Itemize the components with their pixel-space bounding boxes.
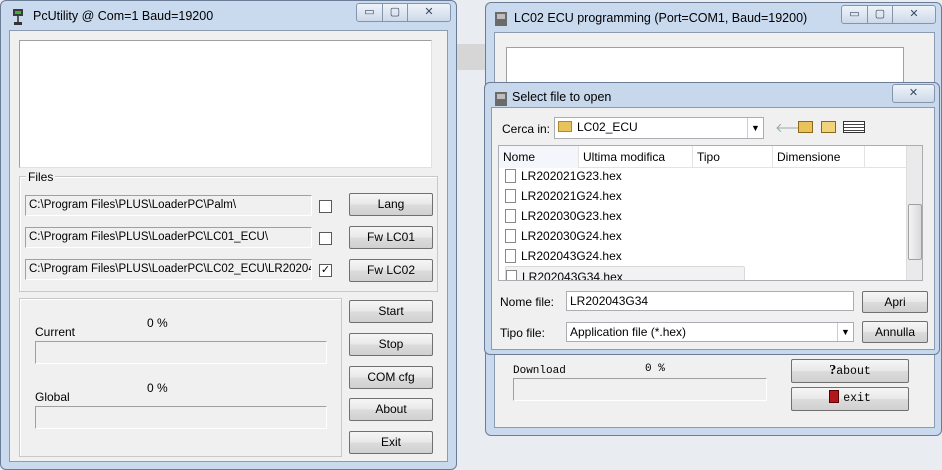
download-progress-bar: [513, 378, 767, 401]
scrollbar[interactable]: [906, 146, 922, 280]
window-title: LC02 ECU programming (Port=COM1, Baud=19…: [514, 11, 808, 25]
global-percent: 0 %: [147, 381, 168, 395]
files-group-label: Files: [26, 170, 56, 184]
file-list[interactable]: Nome Ultima modifica Tipo Dimensione LR2…: [498, 145, 923, 281]
minimize-button[interactable]: ▭: [841, 5, 868, 24]
folder-icon: [558, 121, 572, 132]
dialog-client: Cerca in: LC02_ECU ▼ 🡐 Nome Ultima modif…: [491, 107, 935, 350]
download-label: Download: [513, 365, 566, 377]
stop-button[interactable]: Stop: [349, 333, 433, 356]
column-size[interactable]: Dimensione: [773, 146, 865, 168]
select-file-dialog: Select file to open ✕ Cerca in: LC02_ECU…: [484, 82, 940, 355]
file-icon: [505, 209, 516, 223]
cancel-button[interactable]: Annulla: [862, 321, 928, 343]
up-folder-icon[interactable]: [798, 121, 813, 133]
file-item[interactable]: LR202030G24.hex: [505, 226, 622, 246]
file-type-label: Tipo file:: [500, 326, 545, 340]
about-button[interactable]: About: [349, 398, 433, 421]
scroll-thumb[interactable]: [908, 204, 922, 260]
current-percent: 0 %: [147, 316, 168, 330]
new-folder-icon[interactable]: [821, 121, 836, 133]
file-icon: [505, 169, 516, 183]
fw-lc01-button[interactable]: Fw LC01: [349, 226, 433, 249]
file-item[interactable]: LR202030G23.hex: [505, 206, 622, 226]
file-name-input[interactable]: LR202043G34: [566, 291, 854, 311]
window-title: PcUtility @ Com=1 Baud=19200: [33, 9, 214, 23]
lc02-path-field: C:\Program Files\PLUS\LoaderPC\LC02_ECU\…: [25, 259, 312, 280]
download-percent: 0 %: [645, 363, 665, 375]
look-in-select[interactable]: LC02_ECU ▼: [554, 117, 764, 139]
pcutility-window: PcUtility @ Com=1 Baud=19200 ▭ ▢ ✕ Files…: [0, 0, 457, 470]
close-button[interactable]: ✕: [407, 3, 451, 22]
chevron-down-icon[interactable]: ▼: [747, 118, 763, 138]
lc02-about-button[interactable]: ?about: [791, 359, 909, 383]
dialog-title: Select file to open: [512, 90, 612, 104]
current-progress-bar: [35, 341, 327, 364]
fw-lc02-button[interactable]: Fw LC02: [349, 259, 433, 282]
file-icon: [506, 270, 517, 280]
current-label: Current: [35, 325, 76, 339]
open-button[interactable]: Apri: [862, 291, 928, 313]
palm-checkbox[interactable]: [319, 200, 332, 213]
lc02-exit-button[interactable]: exit: [791, 387, 909, 411]
column-header-row: Nome Ultima modifica Tipo Dimensione: [499, 146, 922, 168]
progress-group: [19, 298, 342, 457]
global-label: Global: [35, 390, 70, 404]
dialog-close-button[interactable]: ✕: [892, 84, 935, 103]
lc02-titlebar[interactable]: LC02 ECU programming (Port=COM1, Baud=19…: [486, 3, 941, 33]
file-type-select[interactable]: Application file (*.hex) ▼: [566, 322, 854, 342]
pcutility-titlebar[interactable]: PcUtility @ Com=1 Baud=19200 ▭ ▢ ✕: [1, 1, 456, 31]
file-item-selected[interactable]: LR202043G34.hex: [505, 266, 745, 280]
view-menu-icon[interactable]: [843, 121, 865, 133]
app-icon: [494, 11, 508, 27]
look-in-label: Cerca in:: [502, 122, 551, 136]
start-button[interactable]: Start: [349, 300, 433, 323]
log-area[interactable]: [19, 40, 432, 168]
file-item[interactable]: LR202021G23.hex: [505, 166, 622, 186]
app-icon: [11, 9, 25, 25]
minimize-button[interactable]: ▭: [356, 3, 383, 22]
file-item[interactable]: LR202021G24.hex: [505, 186, 622, 206]
chevron-down-icon[interactable]: ▼: [837, 323, 853, 341]
lc02-checkbox[interactable]: ✓: [319, 264, 332, 277]
lc01-path-field: C:\Program Files\PLUS\LoaderPC\LC01_ECU\: [25, 227, 312, 248]
file-icon: [505, 189, 516, 203]
palm-path-field: C:\Program Files\PLUS\LoaderPC\Palm\: [25, 195, 312, 216]
column-name[interactable]: Nome: [499, 146, 579, 168]
com-cfg-button[interactable]: COM cfg: [349, 366, 433, 389]
global-progress-bar: [35, 406, 327, 429]
exit-door-icon: [829, 390, 840, 403]
file-name-label: Nome file:: [500, 295, 555, 309]
file-icon: [505, 249, 516, 263]
dialog-icon: [494, 91, 508, 107]
lc01-checkbox[interactable]: [319, 232, 332, 245]
column-modified[interactable]: Ultima modifica: [579, 146, 693, 168]
maximize-button[interactable]: ▢: [867, 5, 893, 24]
exit-button[interactable]: Exit: [349, 431, 433, 454]
lang-button[interactable]: Lang: [349, 193, 433, 216]
file-icon: [505, 229, 516, 243]
maximize-button[interactable]: ▢: [382, 3, 408, 22]
column-type[interactable]: Tipo: [693, 146, 773, 168]
pcutility-client: Files C:\Program Files\PLUS\LoaderPC\Pal…: [9, 30, 448, 462]
close-button[interactable]: ✕: [892, 5, 936, 24]
file-item[interactable]: LR202043G24.hex: [505, 246, 622, 266]
